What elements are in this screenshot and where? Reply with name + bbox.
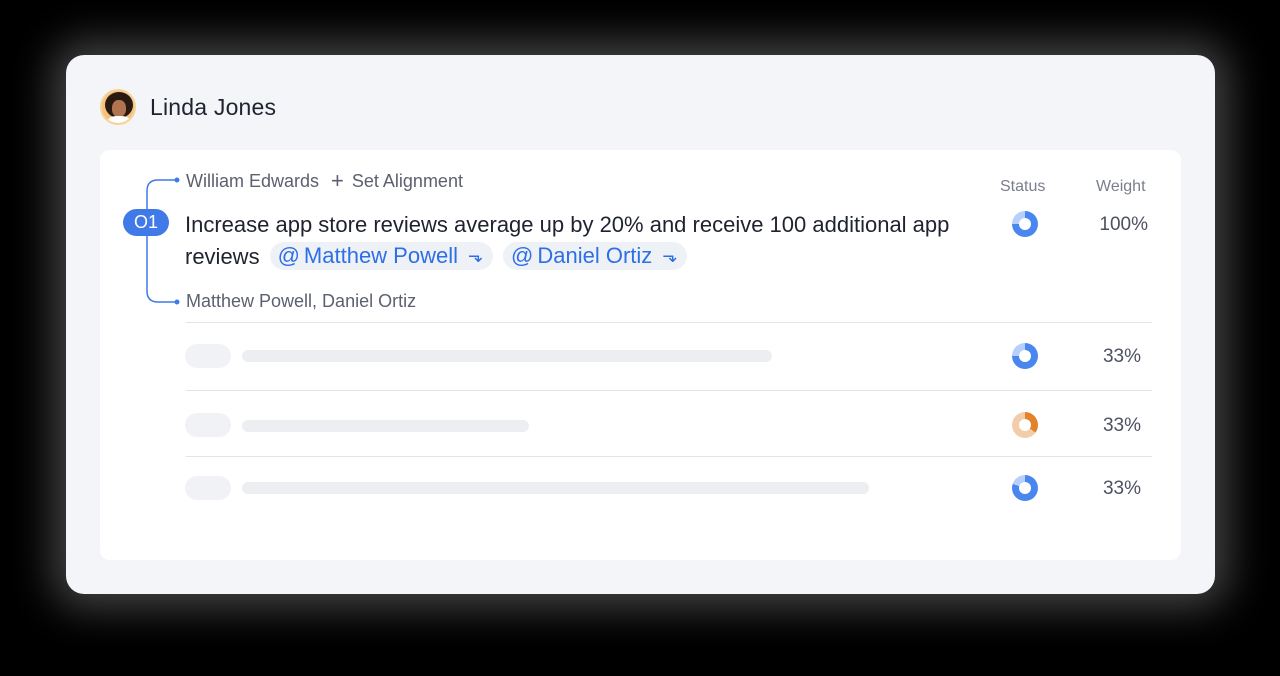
weight-column-header: Weight <box>1096 178 1146 195</box>
at-icon: @ <box>277 243 300 268</box>
key-result-placeholder-text <box>242 482 869 494</box>
key-result-placeholder-pill <box>185 413 231 437</box>
alignment-row: William Edwards + Set Alignment <box>186 170 463 192</box>
objective-weight[interactable]: 100% <box>1088 214 1148 236</box>
objective-badge[interactable]: O1 <box>123 209 169 236</box>
parent-owner-name[interactable]: William Edwards <box>186 171 319 192</box>
key-result-weight[interactable]: 33% <box>1081 346 1141 368</box>
divider <box>186 390 1152 391</box>
status-donut-icon[interactable] <box>1012 343 1038 369</box>
key-result-placeholder-text <box>242 420 529 432</box>
key-result-placeholder-pill <box>185 476 231 500</box>
status-donut-icon[interactable] <box>1012 211 1038 237</box>
plus-icon[interactable]: + <box>331 170 344 192</box>
key-result-placeholder-pill <box>185 344 231 368</box>
alignment-connector <box>146 177 180 305</box>
mention-name: Daniel Ortiz <box>537 243 653 268</box>
mention-matthew-powell[interactable]: @ Matthew Powell ⬎ <box>269 242 494 270</box>
key-result-weight[interactable]: 33% <box>1081 415 1141 437</box>
alignment-link-icon: ⬎ <box>662 246 678 266</box>
status-donut-icon[interactable] <box>1012 412 1038 438</box>
divider <box>186 322 1152 323</box>
alignment-link-icon: ⬎ <box>468 246 484 266</box>
divider <box>186 456 1152 457</box>
objective-title[interactable]: Increase app store reviews average up by… <box>185 209 995 273</box>
key-result-weight[interactable]: 33% <box>1081 478 1141 500</box>
status-donut-icon[interactable] <box>1012 475 1038 501</box>
status-column-header: Status <box>1000 178 1046 195</box>
at-icon: @ <box>511 243 534 268</box>
set-alignment-button[interactable]: Set Alignment <box>352 171 463 192</box>
mention-daniel-ortiz[interactable]: @ Daniel Ortiz ⬎ <box>503 242 688 270</box>
mention-name: Matthew Powell <box>303 243 458 268</box>
objective-owners: Matthew Powell, Daniel Ortiz <box>186 291 417 311</box>
key-result-placeholder-text <box>242 350 772 362</box>
